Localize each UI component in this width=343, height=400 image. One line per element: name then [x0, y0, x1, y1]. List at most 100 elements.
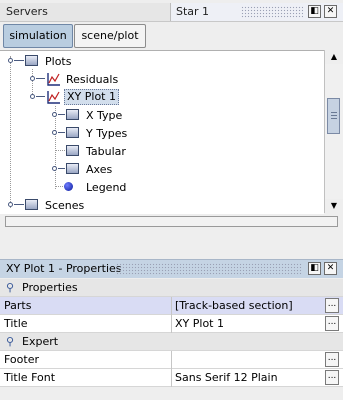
tree-label: Tabular — [86, 145, 126, 158]
tree-vertical-scrollbar[interactable]: ▲ ▼ — [324, 50, 343, 213]
pin-icon: ⚲ — [6, 335, 15, 348]
property-row-title-font[interactable]: Title Font Sans Serif 12 Plain ... — [0, 369, 343, 387]
pin-icon: ⚲ — [6, 281, 15, 294]
grip-line — [331, 115, 337, 116]
tab-simulation[interactable]: simulation — [3, 24, 73, 48]
column-divider — [171, 315, 172, 333]
connector — [14, 204, 24, 205]
grip-line — [331, 118, 337, 119]
group-label: Expert — [22, 335, 59, 348]
restore-window-button[interactable]: ◧ — [308, 5, 321, 18]
top-header: Servers Star 1 ◧ ✕ — [0, 3, 343, 22]
column-divider — [171, 297, 172, 315]
edit-ellipsis-button[interactable]: ... — [325, 298, 339, 313]
scroll-up-button[interactable]: ▲ — [325, 50, 343, 64]
tree-node-x-type[interactable]: X Type — [0, 106, 320, 124]
folder-icon — [66, 145, 79, 156]
property-value: [Track-based section] — [175, 299, 293, 312]
property-row-title[interactable]: Title XY Plot 1 ... — [0, 315, 343, 333]
ellipsis-icon: ... — [327, 317, 337, 327]
expand-handle-icon[interactable] — [30, 76, 35, 81]
tree-node-axes[interactable]: Axes — [0, 160, 320, 178]
sim-panel-header: Star 1 ◧ ✕ — [171, 3, 343, 21]
plot-chart-icon — [47, 91, 60, 104]
ellipsis-icon: ... — [327, 299, 337, 309]
collapse-handle-icon[interactable] — [30, 94, 35, 99]
property-name: Title Font — [4, 371, 56, 384]
property-row-footer[interactable]: Footer ... — [0, 351, 343, 369]
tree-label: Y Types — [86, 127, 128, 140]
expand-handle-icon[interactable] — [8, 202, 13, 207]
folder-icon — [66, 127, 79, 138]
folder-icon — [66, 163, 79, 174]
tree-node-tabular[interactable]: Tabular — [0, 142, 320, 160]
edit-ellipsis-button[interactable]: ... — [325, 370, 339, 385]
property-value: XY Plot 1 — [175, 317, 224, 330]
restore-window-button[interactable]: ◧ — [308, 262, 321, 275]
connector — [36, 96, 45, 97]
tree-label: Residuals — [66, 73, 119, 86]
collapse-handle-icon[interactable] — [8, 58, 13, 63]
properties-title: XY Plot 1 - Properties — [6, 262, 122, 275]
folder-icon — [25, 55, 38, 66]
expand-handle-icon[interactable] — [52, 166, 57, 171]
property-value: Sans Serif 12 Plain — [175, 371, 278, 384]
sim-panel-title: Star 1 — [176, 5, 210, 18]
ellipsis-icon: ... — [327, 371, 337, 381]
servers-title: Servers — [6, 5, 48, 18]
connector — [55, 150, 65, 151]
connector — [36, 78, 45, 79]
column-divider — [171, 369, 172, 387]
edit-ellipsis-button[interactable]: ... — [325, 352, 339, 367]
edit-ellipsis-button[interactable]: ... — [325, 316, 339, 331]
tree-horizontal-scrollbar[interactable] — [5, 216, 338, 227]
tab-scene-plot[interactable]: scene/plot — [74, 24, 146, 48]
connector — [14, 60, 24, 61]
property-row-parts[interactable]: Parts [Track-based section] ... — [0, 297, 343, 315]
tab-scene-plot-label: scene/plot — [81, 29, 139, 42]
arrow-up-icon: ▲ — [330, 52, 338, 61]
restore-icon: ◧ — [310, 263, 319, 273]
folder-icon — [66, 109, 79, 120]
arrow-down-icon: ▼ — [330, 201, 338, 210]
tree-label: X Type — [86, 109, 123, 122]
tree-node-xy-plot-1[interactable]: XY Plot 1 — [0, 88, 320, 106]
close-icon: ✕ — [326, 6, 335, 16]
object-tree: Plots Residuals XY Plot 1 X Type Y Types — [0, 50, 324, 214]
tree-node-scenes[interactable]: Scenes — [0, 196, 320, 214]
scroll-down-button[interactable]: ▼ — [325, 199, 343, 213]
tree-label-selected: XY Plot 1 — [64, 89, 119, 105]
tree-label: Legend — [86, 181, 127, 194]
expand-handle-icon[interactable] — [52, 130, 57, 135]
property-name: Footer — [4, 353, 39, 366]
plot-chart-icon — [47, 73, 60, 86]
tree-node-legend[interactable]: Legend — [0, 178, 320, 196]
group-label: Properties — [22, 281, 78, 294]
tree-node-y-types[interactable]: Y Types — [0, 124, 320, 142]
folder-icon — [25, 199, 38, 210]
scroll-thumb[interactable] — [327, 98, 340, 134]
drag-grip[interactable] — [241, 6, 303, 18]
drag-grip[interactable] — [116, 263, 302, 275]
restore-icon: ◧ — [310, 6, 319, 16]
tab-simulation-label: simulation — [9, 29, 67, 42]
ellipsis-icon: ... — [327, 353, 337, 363]
properties-title-bar: XY Plot 1 - Properties ◧ ✕ — [0, 259, 343, 278]
close-window-button[interactable]: ✕ — [324, 262, 337, 275]
legend-dot-icon — [64, 182, 73, 191]
tree-label: Scenes — [45, 199, 85, 212]
servers-panel-header: Servers — [0, 3, 171, 21]
column-divider — [171, 351, 172, 369]
close-window-button[interactable]: ✕ — [324, 5, 337, 18]
connector — [58, 114, 65, 115]
property-name: Parts — [4, 299, 32, 312]
property-group-header[interactable]: ⚲ Expert — [0, 333, 343, 351]
tree-label: Plots — [45, 55, 72, 68]
expand-handle-icon[interactable] — [52, 112, 57, 117]
property-name: Title — [4, 317, 28, 330]
tree-node-residuals[interactable]: Residuals — [0, 70, 320, 88]
property-group-header[interactable]: ⚲ Properties — [0, 279, 343, 297]
grip-line — [331, 112, 337, 113]
connector — [58, 168, 65, 169]
tree-node-plots[interactable]: Plots — [0, 52, 320, 70]
